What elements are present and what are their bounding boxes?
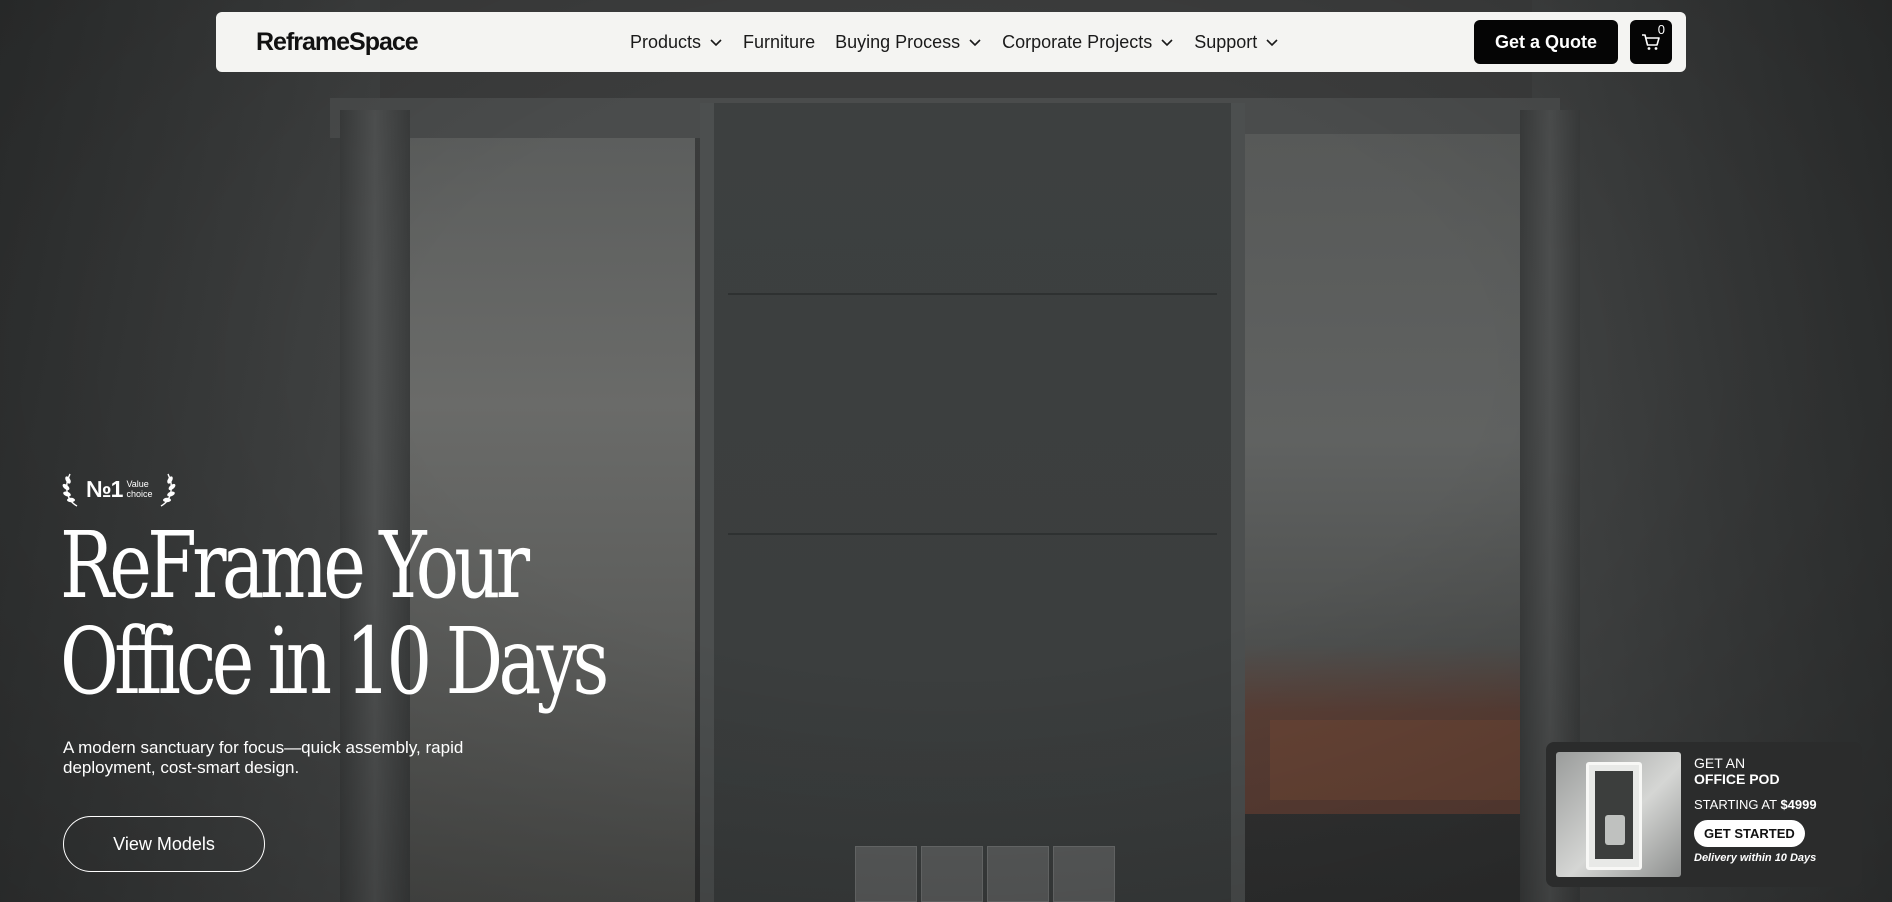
pod-illustration (1586, 762, 1642, 870)
delivery-note: Delivery within 10 Days (1694, 852, 1817, 864)
top-navbar: ReframeSpace Products Furniture Buying P… (216, 12, 1686, 72)
hero-title-line: Office in 10 Days (60, 608, 609, 715)
laurel-icon (161, 473, 176, 507)
hero-subtitle: A modern sanctuary for focus—quick assem… (63, 738, 464, 777)
promo-line1: GET AN (1694, 755, 1746, 771)
chevron-down-icon (969, 39, 981, 47)
cart-count-badge: 0 (1655, 22, 1667, 37)
nav-item-furniture[interactable]: Furniture (743, 32, 815, 53)
badge-text-line: choice (126, 489, 153, 499)
nav-item-support[interactable]: Support (1194, 32, 1279, 53)
badge-rank: №1 (86, 475, 123, 502)
nav-item-label: Corporate Projects (1002, 31, 1153, 52)
pod-chair (1605, 815, 1625, 845)
promo-price: $4999 (1780, 797, 1817, 812)
nav-item-label: Buying Process (835, 31, 961, 52)
nav-links: Products Furniture Buying Process Corpor… (630, 12, 1279, 72)
nav-item-label: Furniture (743, 31, 816, 52)
chevron-down-icon (1161, 39, 1173, 47)
nav-item-label: Support (1194, 31, 1258, 52)
laurel-icon (62, 473, 78, 507)
promo-price-prefix: STARTING AT (1694, 797, 1781, 812)
office-pod-image (1556, 752, 1681, 877)
promo-line2: OFFICE POD (1694, 771, 1780, 787)
nav-item-label: Products (630, 31, 702, 52)
office-pod-promo-card[interactable]: GET AN OFFICE POD STARTING AT $4999 GET … (1546, 742, 1862, 887)
chevron-down-icon (710, 39, 722, 47)
chevron-down-icon (1266, 39, 1278, 47)
nav-item-corporate-projects[interactable]: Corporate Projects (1002, 32, 1174, 53)
promo-text: GET AN OFFICE POD STARTING AT $4999 GET … (1694, 756, 1817, 864)
value-choice-badge: №1 Value choice (62, 470, 176, 508)
hero-title: ReFrame Your Office in 10 Days (60, 512, 609, 715)
nav-item-products[interactable]: Products (630, 32, 723, 53)
badge-text: Value choice (126, 479, 152, 499)
promo-price-line: STARTING AT $4999 (1694, 797, 1817, 812)
nav-item-buying-process[interactable]: Buying Process (835, 32, 982, 53)
badge-text-line: Value (126, 479, 149, 489)
cart-button[interactable]: 0 (1630, 20, 1672, 64)
get-started-button[interactable]: GET STARTED (1694, 820, 1805, 847)
view-models-button[interactable]: View Models (63, 816, 265, 872)
hero-title-line: ReFrame Your (60, 512, 530, 619)
logo[interactable]: ReframeSpace (256, 28, 419, 57)
get-quote-button[interactable]: Get a Quote (1474, 20, 1618, 64)
